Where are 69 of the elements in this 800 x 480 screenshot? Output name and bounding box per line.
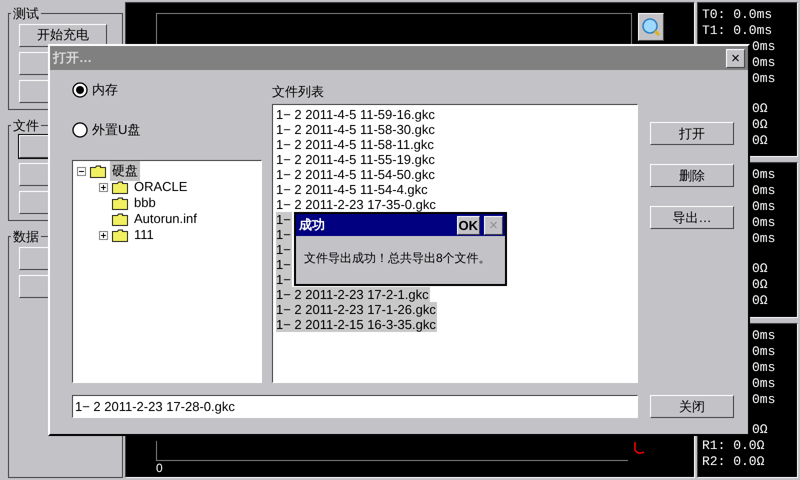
readout-value: 0Ω — [752, 261, 768, 278]
readout-value: 0ms — [752, 199, 776, 216]
folder-icon — [112, 196, 128, 210]
file-item[interactable]: 1− 2 2011-4-5 11-59-16.gkc — [276, 107, 436, 122]
readout-value: R2: 0.0Ω — [702, 454, 764, 470]
collapse-icon[interactable] — [77, 166, 86, 176]
readout-value: 0ms — [752, 215, 776, 232]
list-label: 文件列表 — [272, 83, 325, 98]
file-item[interactable]: 1− 2 2011-4-5 11-58-30.gkc — [276, 122, 436, 137]
file-item[interactable]: 1− 2 2011-2-15 16-3-35.gkc — [276, 317, 437, 332]
readout-value: 0Ω — [752, 101, 768, 117]
readout-value: 0ms — [752, 167, 776, 184]
axis-label: 0 — [156, 461, 164, 475]
group-label: 文件 — [12, 116, 40, 134]
ok-button[interactable]: OK — [456, 216, 480, 234]
readout-value: 0ms — [752, 39, 776, 55]
curve-icon — [634, 441, 646, 455]
file-item[interactable]: 1− 2 2011-4-5 11-54-50.gkc — [276, 167, 436, 182]
radio-option[interactable]: 外置U盘 — [72, 120, 140, 140]
readout-value: 0ms — [752, 344, 776, 360]
message-title: 成功 — [299, 216, 325, 234]
folder-icon — [112, 180, 128, 194]
file-item[interactable]: 1− — [276, 212, 292, 227]
group-label: 测试 — [12, 5, 40, 23]
dialog-button[interactable]: 打开 — [650, 122, 734, 145]
readout-value: 0ms — [752, 55, 776, 71]
search-button[interactable] — [638, 13, 664, 41]
readout-value: 0Ω — [752, 422, 768, 438]
dialog-button[interactable]: 删除 — [650, 164, 734, 187]
search-icon — [641, 17, 661, 37]
close-button[interactable]: × — [726, 48, 745, 68]
readout-value: 0ms — [752, 360, 776, 376]
file-item[interactable]: 1− — [276, 227, 292, 242]
readout-value: 0Ω — [752, 293, 768, 310]
dialog-button[interactable]: 导出… — [650, 206, 734, 229]
file-item[interactable]: 1− 2 2011-2-23 17-35-0.gkc — [276, 197, 437, 212]
filename-field[interactable]: 1− 2 2011-2-23 17-28-0.gkc — [72, 395, 638, 418]
readout-value: 0Ω — [752, 277, 768, 294]
message-text: 文件导出成功！总共导出8个文件。 — [304, 250, 491, 267]
file-item[interactable]: 1− 2 2011-2-23 17-1-26.gkc — [276, 302, 437, 317]
tree-item[interactable]: 硬盘 — [110, 161, 140, 181]
readout-value: 0ms — [752, 376, 776, 392]
readout-value: 0ms — [752, 231, 776, 248]
readout-value: 0Ω — [752, 117, 768, 133]
readout-value: T0: 0.0ms — [702, 7, 772, 23]
file-item[interactable]: 1− — [276, 257, 292, 272]
readout-value: 0ms — [752, 183, 776, 200]
readout-value: 0Ω — [752, 133, 768, 149]
folder-icon — [112, 228, 128, 242]
side-button[interactable]: 开始充电 — [19, 24, 107, 46]
file-item[interactable]: 1− — [276, 272, 292, 287]
readout-value: 0ms — [752, 328, 776, 344]
file-item[interactable]: 1− 2 2011-4-5 11-58-11.gkc — [276, 137, 435, 152]
file-item[interactable]: 1− 2 2011-2-23 17-2-1.gkc — [276, 287, 430, 302]
file-item[interactable]: 1− 2 2011-4-5 11-55-19.gkc — [276, 152, 436, 167]
file-item[interactable]: 1− 2 2011-4-5 11-54-4.gkc — [276, 182, 429, 197]
readout-value: T1: 0.0ms — [702, 23, 772, 39]
readout-value: 0ms — [752, 71, 776, 87]
file-item[interactable]: 1− — [276, 242, 292, 257]
radio-option[interactable]: 内存 — [72, 80, 118, 100]
close-dialog-button[interactable]: 关闭 — [650, 395, 734, 418]
expand-icon[interactable] — [99, 230, 108, 240]
readout-value: R1: 0.0Ω — [702, 438, 764, 454]
window-title: 打开… — [53, 49, 92, 68]
group-label: 数据 — [12, 228, 40, 246]
expand-icon[interactable] — [99, 182, 108, 192]
readout-value: 0ms — [752, 392, 776, 408]
folder-icon — [112, 212, 128, 226]
folder-icon — [90, 164, 106, 178]
